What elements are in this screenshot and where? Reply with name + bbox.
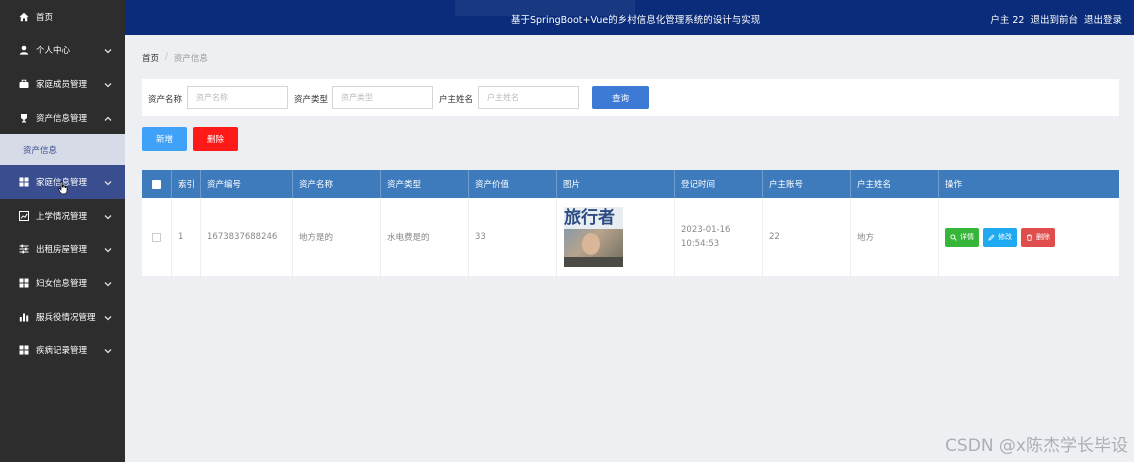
sidebar-item-label: 资产信息管理 [36, 113, 88, 124]
table-row: 1 1673837688246 地方是的 水电费是的 33 旅行者 2023-0… [142, 198, 1119, 276]
column-header: 操作 [945, 180, 963, 190]
sidebar-item-military-service[interactable]: 服兵役情况管理 [0, 300, 125, 334]
briefcase-icon [19, 79, 29, 89]
chevron-down-icon [104, 47, 112, 54]
watermark: CSDN @x陈杰学长毕设 [945, 436, 1128, 456]
asset-name-label: 资产名称 [148, 95, 183, 105]
trash-icon [1026, 233, 1033, 241]
cell-owner-account: 22 [763, 198, 851, 276]
search-panel: 资产名称 资产名称 资产类型 资产类型 户主姓名 户主姓名 查询 [142, 79, 1119, 116]
column-header: 索引 [172, 170, 201, 198]
column-header: 资产价值 [469, 170, 557, 198]
column-header: 资产编号 [201, 170, 293, 198]
chevron-down-icon [104, 246, 112, 253]
column-header: 户主姓名 [851, 170, 939, 198]
sidebar-item-label: 上学情况管理 [36, 211, 88, 222]
grid-icon [19, 278, 29, 288]
sidebar-item-rental[interactable]: 出租房屋管理 [0, 233, 125, 267]
sidebar-item-disease-records[interactable]: 疾病记录管理 [0, 333, 125, 367]
home-icon [19, 12, 29, 22]
owner-name-label: 户主姓名 [439, 95, 474, 105]
detail-button-label: 详情 [960, 233, 974, 241]
select-all-checkbox[interactable] [142, 170, 172, 198]
chevron-down-icon [104, 280, 112, 287]
breadcrumb-separator: / [165, 52, 168, 62]
column-header: 资产名称 [293, 170, 381, 198]
breadcrumb: 首页 / 资产信息 [142, 52, 208, 64]
add-button[interactable]: 新增 [142, 127, 187, 151]
sidebar-item-home[interactable]: 首页 [0, 0, 125, 34]
cell-asset-value: 33 [469, 198, 557, 276]
sidebar-item-family-members[interactable]: 家庭成员管理 [0, 67, 125, 101]
sidebar-item-label: 个人中心 [36, 46, 71, 57]
exit-to-frontend-link[interactable]: 退出到前台 [1030, 12, 1078, 26]
sidebar-item-label: 妇女信息管理 [36, 278, 88, 289]
row-checkbox[interactable] [142, 198, 172, 276]
sidebar-item-label: 疾病记录管理 [36, 346, 88, 357]
cell-asset-type: 水电费是的 [381, 198, 469, 276]
column-header: 登记时间 [675, 170, 763, 198]
query-button[interactable]: 查询 [592, 86, 649, 109]
chevron-down-icon [104, 314, 112, 320]
grid-icon [19, 345, 29, 355]
search-icon [950, 233, 957, 241]
user-icon [19, 45, 29, 55]
cell-index: 1 [172, 198, 201, 276]
chevron-down-icon [104, 213, 112, 220]
sidebar-item-schooling[interactable]: 上学情况管理 [0, 199, 125, 233]
grid-icon [19, 177, 29, 187]
sidebar-item-label: 出租房屋管理 [36, 245, 88, 256]
chart-line-icon [19, 210, 29, 221]
asset-name-input[interactable]: 资产名称 [187, 86, 288, 109]
asset-type-label: 资产类型 [294, 95, 329, 105]
logout-link[interactable]: 退出登录 [1084, 12, 1122, 26]
sidebar-item-label: 首页 [36, 12, 54, 23]
sidebar: 首页 个人中心 家庭成员管理 资产信息管理 资产信息 家庭信息管理 上学情况管理… [0, 0, 125, 462]
thumbnail-magazine-title: 旅行者 [564, 207, 623, 229]
sliders-icon [19, 244, 29, 254]
breadcrumb-current: 资产信息 [173, 54, 208, 64]
batch-delete-button[interactable]: 删除 [193, 127, 238, 151]
chevron-down-icon [104, 347, 112, 354]
breadcrumb-home[interactable]: 首页 [142, 52, 159, 64]
hand-cursor-icon [58, 181, 68, 195]
cell-asset-name: 地方是的 [293, 198, 381, 276]
edit-icon [988, 233, 995, 241]
asset-thumbnail[interactable]: 旅行者 [564, 207, 623, 267]
column-header: 资产类型 [381, 170, 469, 198]
delete-button[interactable]: 删除 [1021, 227, 1055, 247]
owner-name-input[interactable]: 户主姓名 [478, 86, 579, 109]
edit-button[interactable]: 修改 [983, 227, 1017, 247]
sidebar-item-women[interactable]: 妇女信息管理 [0, 266, 125, 300]
sidebar-item-profile[interactable]: 个人中心 [0, 34, 125, 68]
chevron-down-icon [104, 179, 112, 186]
app-title: 基于SpringBoot+Vue的乡村信息化管理系统的设计与实现 [511, 15, 761, 26]
delete-button-label: 删除 [1036, 233, 1050, 241]
trophy-icon [19, 113, 29, 123]
column-header: 图片 [557, 170, 675, 198]
asset-type-input[interactable]: 资产类型 [332, 86, 433, 109]
chevron-up-icon [104, 115, 112, 121]
sidebar-item-label: 服兵役情况管理 [36, 312, 96, 323]
bar-chart-icon [19, 312, 29, 322]
sidebar-subitem-asset-info[interactable]: 资产信息 [0, 134, 125, 166]
cell-asset-no: 1673837688246 [201, 198, 293, 276]
cell-actions: 详情 修改 删除 [939, 198, 1119, 276]
column-header: 户主账号 [763, 170, 851, 198]
detail-button[interactable]: 详情 [945, 227, 979, 247]
chevron-down-icon [104, 81, 112, 88]
sidebar-item-label: 家庭成员管理 [36, 79, 88, 90]
assets-table: 索引 资产编号 资产名称 资产类型 资产价值 图片 登记时间 户主账号 户主姓名… [142, 170, 1119, 276]
cell-owner-name: 地方 [851, 198, 939, 276]
top-bar: 基于SpringBoot+Vue的乡村信息化管理系统的设计与实现 户主 22 退… [125, 0, 1134, 35]
edit-button-label: 修改 [998, 233, 1012, 241]
current-user-label: 户主 22 [990, 15, 1025, 26]
cell-reg-time: 2023-01-16 10:54:53 [675, 198, 763, 276]
sidebar-item-assets[interactable]: 资产信息管理 [0, 101, 125, 135]
table-header: 索引 资产编号 资产名称 资产类型 资产价值 图片 登记时间 户主账号 户主姓名… [142, 170, 1119, 198]
cell-image: 旅行者 [557, 198, 675, 276]
